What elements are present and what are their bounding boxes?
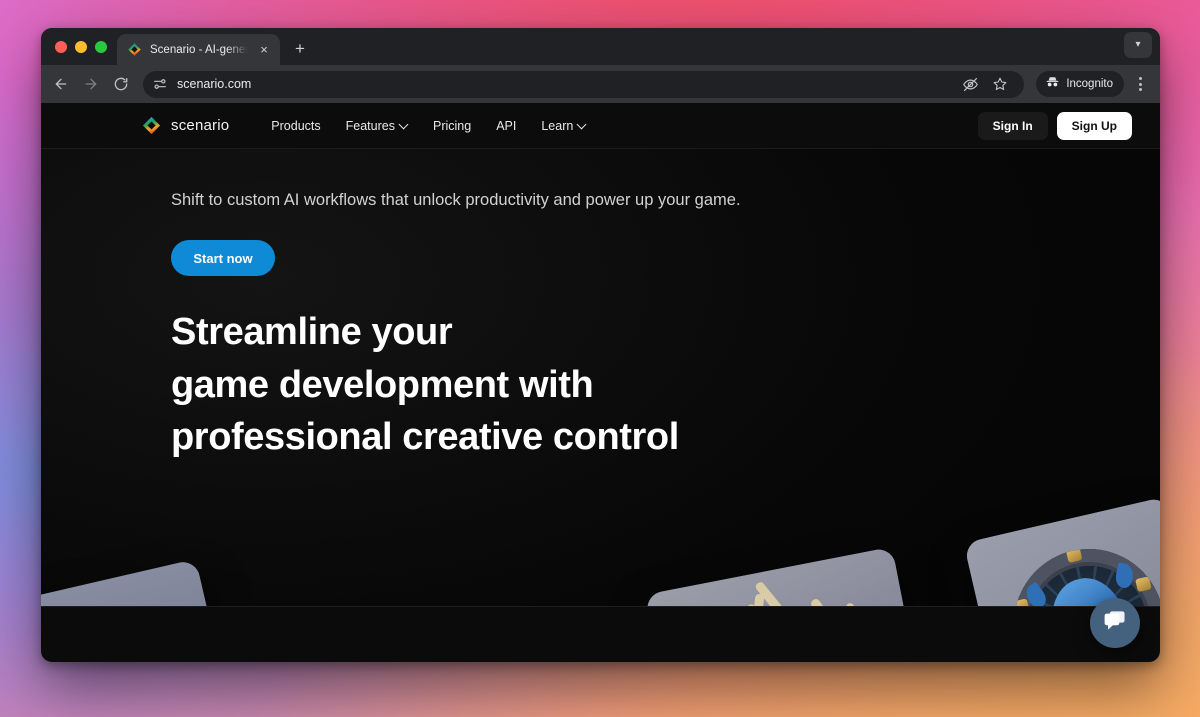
chat-bubble-icon: [1102, 609, 1128, 637]
sign-up-button[interactable]: Sign Up: [1056, 111, 1132, 140]
address-bar-url: scenario.com: [177, 77, 252, 91]
page-footer-strip: [41, 606, 1160, 662]
site-nav-links: Products Features Pricing API Learn: [271, 119, 586, 133]
brand-logo[interactable]: scenario: [141, 115, 229, 136]
new-tab-button[interactable]: +: [286, 35, 314, 63]
incognito-indicator[interactable]: Incognito: [1036, 71, 1124, 97]
nav-link-learn-label: Learn: [541, 118, 574, 133]
hero-title-line-1: Streamline your: [171, 311, 453, 354]
hero-content: Shift to custom AI workflows that unlock…: [41, 149, 1160, 463]
chevron-down-icon[interactable]: ▾: [1124, 32, 1152, 58]
nav-link-learn[interactable]: Learn: [541, 119, 586, 133]
hero-section: Shift to custom AI workflows that unlock…: [41, 149, 1160, 662]
nav-link-features-label: Features: [345, 118, 395, 133]
address-bar-actions: [956, 70, 1014, 98]
sign-in-button[interactable]: Sign In: [977, 111, 1048, 140]
kebab-menu-icon[interactable]: [1128, 70, 1152, 98]
window-minimize-button[interactable]: [75, 40, 87, 53]
chat-widget-button[interactable]: [1090, 598, 1140, 648]
page-viewport: scenario Products Features Pricing API L…: [41, 103, 1160, 662]
desktop-wallpaper: Scenario - AI-generated gam × + ▾: [0, 0, 1200, 717]
eye-off-icon[interactable]: [956, 70, 984, 98]
browser-toolbar: scenario.com Incognito: [41, 65, 1160, 103]
hero-title: Streamline your game development with pr…: [171, 306, 811, 463]
site-nav-actions: Sign In Sign Up: [977, 111, 1132, 140]
site-header: scenario Products Features Pricing API L…: [41, 103, 1160, 149]
back-arrow-icon[interactable]: [47, 70, 75, 98]
scenario-logo-icon: [127, 42, 142, 57]
scenario-diamond-logo-icon: [141, 115, 162, 136]
window-maximize-button[interactable]: [95, 40, 107, 53]
nav-link-api[interactable]: API: [496, 119, 516, 133]
browser-tab-active[interactable]: Scenario - AI-generated gam ×: [117, 34, 280, 65]
nav-link-features[interactable]: Features: [346, 119, 408, 133]
address-bar[interactable]: scenario.com: [143, 70, 1025, 98]
nav-link-pricing-label: Pricing: [432, 118, 472, 133]
incognito-label: Incognito: [1066, 78, 1113, 90]
incognito-hat-icon: [1045, 75, 1060, 93]
star-icon[interactable]: [986, 70, 1014, 98]
nav-link-products-label: Products: [271, 118, 321, 133]
window-traffic-lights: [53, 28, 117, 65]
chevron-down-icon: [578, 121, 586, 129]
browser-window: Scenario - AI-generated gam × + ▾: [41, 28, 1160, 662]
chevron-down-icon: [400, 121, 408, 129]
start-now-button[interactable]: Start now: [171, 240, 275, 277]
hero-subheading: Shift to custom AI workflows that unlock…: [171, 191, 741, 209]
tune-icon[interactable]: [152, 76, 168, 92]
window-close-button[interactable]: [55, 40, 67, 53]
hero-title-line-2: game development with: [171, 363, 594, 406]
forward-arrow-icon[interactable]: [77, 70, 105, 98]
brand-name: scenario: [171, 117, 230, 134]
browser-tab-title: Scenario - AI-generated gam: [150, 43, 248, 56]
reload-icon[interactable]: [107, 70, 135, 98]
nav-link-pricing[interactable]: Pricing: [433, 119, 471, 133]
hero-title-line-3: professional creative control: [171, 415, 679, 458]
browser-tab-strip: Scenario - AI-generated gam × + ▾: [41, 28, 1160, 65]
nav-link-products[interactable]: Products: [271, 119, 320, 133]
close-icon[interactable]: ×: [256, 42, 272, 58]
nav-link-api-label: API: [496, 118, 517, 133]
